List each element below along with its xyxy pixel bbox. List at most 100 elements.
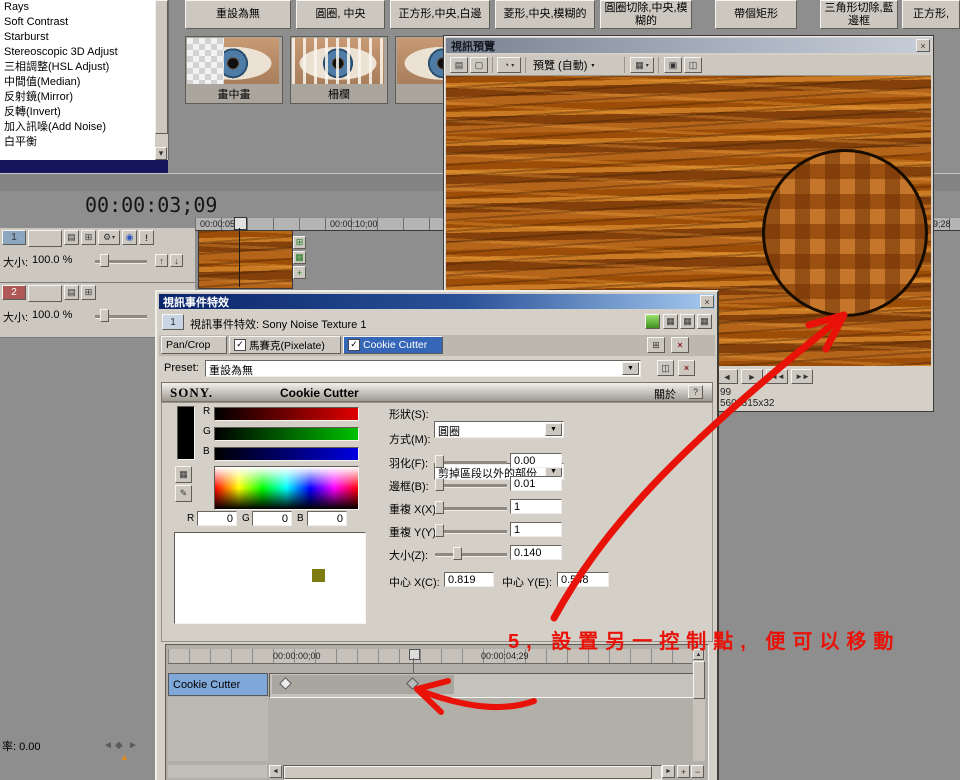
b-value-input[interactable]: 0	[307, 511, 347, 526]
playhead-handle[interactable]	[234, 217, 247, 230]
effect-list-item[interactable]: 反射鏡(Mirror)	[0, 90, 155, 105]
grid-overlay-button[interactable]: ▦ ▾	[630, 57, 654, 73]
border-slider-thumb[interactable]	[435, 478, 444, 491]
plugin-checkbox[interactable]: ✓	[234, 339, 246, 351]
project-video-properties-button[interactable]: ▤	[450, 57, 468, 73]
scrollbar-down-button[interactable]: ▾	[155, 147, 167, 160]
preset-thumbnail[interactable]: 柵欄	[290, 36, 388, 104]
size-z-slider-thumb[interactable]	[453, 547, 462, 560]
effect-list-item[interactable]: 反轉(Invert)	[0, 105, 155, 120]
hscroll-thumb[interactable]	[284, 766, 652, 779]
track-number-badge[interactable]: 1	[2, 230, 26, 245]
track-fx-button[interactable]: ▤	[64, 230, 79, 245]
shape-preview-canvas[interactable]	[174, 532, 366, 624]
keyframe-down-button[interactable]: ↓	[170, 254, 183, 267]
hscroll-left-button[interactable]: ◄	[269, 765, 282, 778]
grid-view-button[interactable]: ▦	[680, 314, 695, 329]
effect-list-item[interactable]: 加入訊噪(Add Noise)	[0, 120, 155, 135]
size-slider-thumb[interactable]	[100, 309, 109, 322]
color-spectrum[interactable]	[214, 466, 359, 510]
keyframe-prev-icon[interactable]: ◄	[103, 740, 113, 751]
preset-thumbnail[interactable]: 畫中畫	[185, 36, 283, 104]
repeat-y-slider-track[interactable]	[435, 530, 507, 534]
size-z-slider-track[interactable]	[435, 553, 507, 557]
effect-list-scrollbar[interactable]: ▾	[155, 0, 168, 160]
track-name-area[interactable]	[28, 285, 62, 302]
repeat-x-slider-track[interactable]	[435, 507, 507, 511]
track-motion-button[interactable]: ⊞	[81, 230, 96, 245]
size-z-input[interactable]: 0.140	[510, 545, 562, 560]
copy-snapshot-button[interactable]: ▣	[664, 57, 682, 73]
rewind-button[interactable]: ◄◄	[766, 369, 788, 384]
keyframe-track-label[interactable]: Cookie Cutter	[168, 673, 268, 696]
event-pan-crop-button[interactable]: ⊞	[293, 236, 306, 249]
overlay-toggle-button[interactable]: ◔ ▾	[497, 57, 521, 73]
border-slider-track[interactable]	[435, 484, 507, 488]
center-x-input[interactable]: 0.819	[444, 572, 494, 587]
forward-button[interactable]: ►►	[791, 369, 813, 384]
size-slider-thumb[interactable]	[100, 254, 109, 267]
split-view-button[interactable]: ▦	[663, 314, 678, 329]
keyframe-playhead-handle[interactable]	[409, 649, 420, 660]
delete-preset-button[interactable]: ×	[678, 360, 695, 376]
plugin-checkbox[interactable]: ✓	[348, 339, 360, 351]
border-input[interactable]: 0.01	[510, 476, 562, 491]
preset-button[interactable]: 重設為無	[185, 0, 291, 29]
preset-button[interactable]: 正方形,	[902, 0, 960, 29]
save-snapshot-button[interactable]: ◫	[684, 57, 702, 73]
external-monitor-button[interactable]: ▢	[470, 57, 488, 73]
cookie-cutter-circle[interactable]	[762, 149, 928, 317]
list-view-button[interactable]: ▦	[697, 314, 712, 329]
effect-list-item[interactable]: Soft Contrast	[0, 15, 155, 30]
effect-list-item[interactable]: Stereoscopic 3D Adjust	[0, 45, 155, 60]
zoom-in-button[interactable]: +	[677, 765, 690, 778]
center-y-input[interactable]: 0.548	[557, 572, 609, 587]
preset-button[interactable]: 圓圈切除,中央,模糊的	[600, 0, 692, 29]
effect-list-selected-item[interactable]	[0, 160, 168, 173]
color-palette-button[interactable]: ▦	[175, 466, 192, 483]
hscroll-right-button[interactable]: ►	[662, 765, 675, 778]
track-alert-button[interactable]: !	[139, 230, 154, 245]
vscroll-thumb[interactable]	[693, 661, 705, 699]
plugin-tab-pixelate[interactable]: ✓ 馬賽克(Pixelate)	[229, 336, 341, 354]
repeat-y-slider-thumb[interactable]	[435, 524, 444, 537]
timeline-event-clip[interactable]	[198, 230, 293, 289]
track-fx-button[interactable]: ▤	[64, 285, 79, 300]
event-generated-media-button[interactable]: +	[293, 266, 306, 279]
track-motion-button[interactable]: ⊞	[81, 285, 96, 300]
preview-quality-dropdown[interactable]: 預覽 (自動) ▾	[530, 58, 597, 72]
track-number-badge[interactable]: 2	[2, 285, 26, 300]
effect-list-item[interactable]: Starburst	[0, 30, 155, 45]
preset-button[interactable]: 三角形切除,藍邊框	[820, 0, 898, 29]
repeat-y-input[interactable]: 1	[510, 522, 562, 537]
repeat-x-slider-thumb[interactable]	[435, 501, 444, 514]
plugin-tab-cookie-cutter[interactable]: ✓ Cookie Cutter	[343, 336, 443, 354]
dialog-title-bar[interactable]: 視訊事件特效	[159, 294, 715, 309]
dropdown-arrow-icon[interactable]: ▼	[622, 362, 639, 375]
blue-slider[interactable]	[214, 447, 359, 461]
next-frame-button[interactable]: ►	[741, 369, 763, 384]
feather-input[interactable]: 0.00	[510, 453, 562, 468]
effect-list-item[interactable]: 三相調整(HSL Adjust)	[0, 60, 155, 75]
g-value-input[interactable]: 0	[252, 511, 292, 526]
plugin-tab-pan-crop[interactable]: Pan/Crop	[161, 336, 227, 354]
preset-button[interactable]: 正方形,中央,白邊	[390, 0, 490, 29]
preview-close-button[interactable]: ×	[916, 39, 930, 52]
repeat-x-input[interactable]: 1	[510, 499, 562, 514]
preset-button[interactable]: 帶個矩形	[715, 0, 797, 29]
automation-settings-button[interactable]: ⚙ ▾	[98, 230, 120, 245]
effect-list-item[interactable]: 中間值(Median)	[0, 75, 155, 90]
preset-dropdown[interactable]: 重設為無 ▼	[205, 360, 641, 377]
plugin-chain-button[interactable]: ⊞	[647, 337, 665, 353]
effect-list-item[interactable]: 白平衡	[0, 135, 155, 150]
hscroll-track[interactable]	[283, 765, 662, 780]
remove-plugin-button[interactable]: ×	[671, 337, 689, 353]
keyframe-up-button[interactable]: ↑	[155, 254, 168, 267]
shape-dropdown[interactable]: 圓圈 ▼	[434, 421, 564, 438]
record-arm-button[interactable]: ◉	[122, 230, 137, 245]
feather-slider-track[interactable]	[435, 461, 507, 465]
keyframe-track-row[interactable]	[269, 673, 694, 698]
feather-slider-thumb[interactable]	[435, 455, 444, 468]
event-fx-button[interactable]: ▦	[293, 251, 306, 264]
timecode-display[interactable]: 00:00:03;09	[85, 193, 217, 217]
